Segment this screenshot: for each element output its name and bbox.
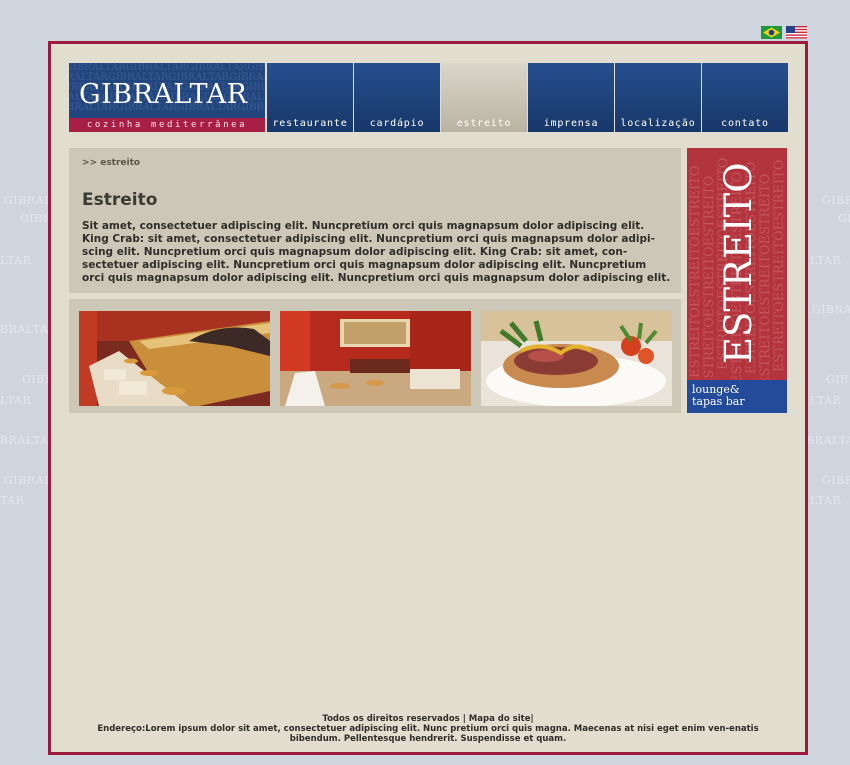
content-panel: >> estreito Estreito Sit amet, consectet…	[69, 148, 681, 293]
photo-gallery	[69, 299, 681, 413]
gibraltar-logo[interactable]: GIBRALTARGIBRALTARGIBRALTARGIB RALTAR GIB…	[69, 63, 265, 132]
nav-item-contato[interactable]: contato	[702, 63, 788, 132]
page-frame: GIBRALTARGIBRALTARGIBRALTARGIB RALTAR GIB…	[48, 41, 808, 755]
watermark-word: TAR	[0, 494, 25, 507]
watermark-word: LTAR	[0, 254, 32, 267]
footer-address: Endereço:Lorem ipsum dolor sit amet, con…	[97, 724, 759, 744]
usa-flag-icon[interactable]	[786, 26, 807, 39]
banner-title: ESTREITO	[717, 162, 760, 365]
brazil-flag-icon[interactable]	[761, 26, 782, 39]
watermark-word: BRALTAR	[806, 434, 850, 447]
footer: Todos os direitos reservados | Mapa do s…	[51, 714, 805, 744]
watermark-word: LTAR	[810, 494, 842, 507]
banner-pattern-text: ESTREITOESTREITOESTREITO	[758, 174, 773, 380]
sitemap-link[interactable]: Mapa do site	[469, 714, 531, 724]
banner-pattern-text: ESTREITOESTREITOESTREITO	[688, 166, 703, 378]
watermark-word: BRALTA	[0, 323, 49, 336]
watermark-word: GIBR	[822, 194, 850, 207]
footer-rights: Todos os direitos reservados	[322, 714, 460, 724]
footer-separator: |	[530, 714, 534, 724]
language-selector	[761, 26, 807, 39]
banner-tagline-line2: tapas bar	[692, 395, 745, 408]
banner-pattern-text: ESTREITOESTREITOESTREITO	[772, 160, 787, 372]
watermark-word: LTAR	[810, 394, 842, 407]
watermark-word: GIB	[838, 212, 850, 225]
lounge-photo[interactable]	[79, 311, 270, 406]
watermark-word: GIBRA	[812, 303, 850, 316]
main-nav: restaurante cardápio estreito imprensa l…	[266, 63, 788, 132]
bar-interior-photo[interactable]	[280, 311, 471, 406]
watermark-word: LTAR	[810, 254, 842, 267]
banner-tagline: lounge& tapas bar	[687, 380, 787, 413]
body-text: Sit amet, consectetuer adipiscing elit. …	[82, 220, 671, 284]
watermark-word: GIBR	[822, 474, 850, 487]
watermark-word: GIB	[826, 373, 849, 386]
nav-item-estreito[interactable]: estreito	[441, 63, 527, 132]
nav-item-cardapio[interactable]: cardápio	[354, 63, 440, 132]
breadcrumb[interactable]: >> estreito	[82, 158, 140, 168]
nav-item-localizacao[interactable]: localização	[615, 63, 701, 132]
estreito-banner[interactable]: ESTREITOESTREITOESTREITO ESTREITOESTREIT…	[687, 148, 787, 413]
logo-subtitle: cozinha mediterrânea	[69, 118, 265, 132]
watermark-word: LTAR	[0, 394, 32, 407]
tapas-dish-photo[interactable]	[481, 311, 672, 406]
watermark-word: GIBRAL	[4, 474, 52, 487]
logo-name: GIBRALTAR	[79, 79, 248, 110]
watermark-word: GIBRAL	[4, 194, 52, 207]
nav-item-imprensa[interactable]: imprensa	[528, 63, 614, 132]
banner-pattern-text: ESTREITOESTREITOESTREITO	[702, 176, 717, 380]
page-title: Estreito	[82, 190, 158, 210]
nav-item-restaurante[interactable]: restaurante	[267, 63, 353, 132]
